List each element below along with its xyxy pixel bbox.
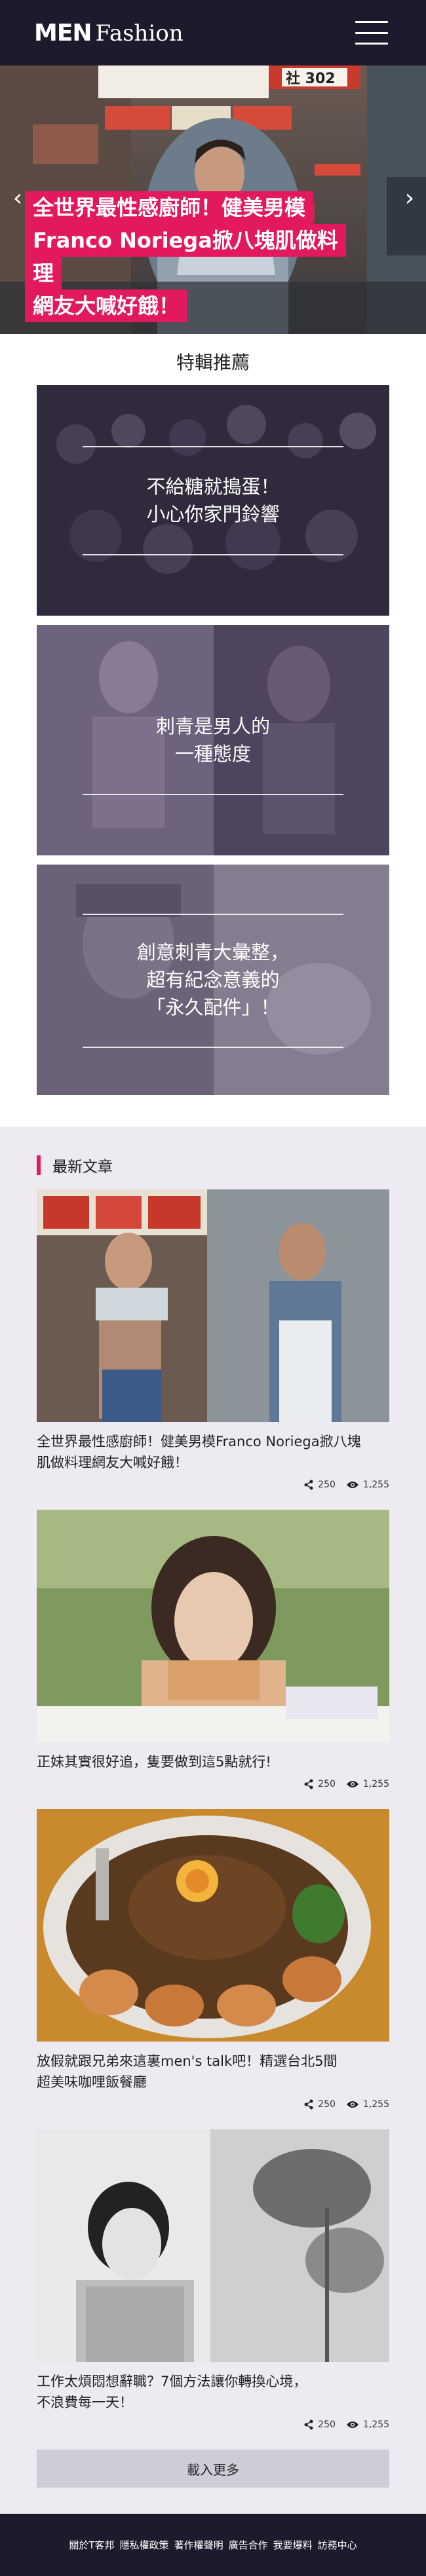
menu-line (355, 21, 388, 23)
divider-line (83, 446, 343, 447)
load-more-button[interactable]: 載入更多 (37, 2450, 389, 2488)
hero-caption-line: 全世界最性感廚師！健美男模 (25, 191, 314, 224)
view-stat: 1,255 (346, 1779, 389, 1789)
article-thumbnail[interactable] (37, 1809, 389, 2042)
article-card: 正妹其實很好追，隻要做到這5點就行! 250 1,255 (37, 1510, 389, 1789)
view-count: 1,255 (362, 1480, 389, 1490)
article-stats: 250 1,255 (37, 2099, 389, 2110)
share-icon (304, 1779, 313, 1789)
featured-card[interactable]: 不給糖就搗蛋！ 小心你家門鈴響 (37, 385, 389, 616)
divider-line (83, 794, 343, 795)
featured-card-text: 創意刺青大彙整， 超有紀念意義的 「永久配件」！ (136, 941, 289, 1018)
share-stat: 250 (303, 1480, 336, 1490)
site-footer: 關於T客邦 隱私權政策 著作權聲明 廣告合作 我要爆料 訪務中心 (0, 2514, 426, 2576)
eye-icon (346, 2421, 358, 2428)
menu-line (355, 31, 388, 34)
featured-overlay: 刺青是男人的 一種態度 (37, 625, 389, 855)
divider-line (83, 554, 343, 555)
article-title[interactable]: 工作太煩悶想辭職？7個方法讓你轉換心境， 不浪費每一天！ (37, 2371, 389, 2413)
article-card: 工作太煩悶想辭職？7個方法讓你轉換心境， 不浪費每一天！ 250 1,255 (37, 2129, 389, 2430)
footer-link-tips[interactable]: 我要爆料 (273, 2538, 313, 2552)
article-stats: 250 1,255 (37, 1779, 389, 1789)
footer-link-about[interactable]: 關於T客邦 (69, 2538, 114, 2552)
featured-section-title: 特輯推薦 (176, 352, 250, 373)
hero-carousel[interactable]: 社 302 ‹ › 全世界最性感廚師！健美男模 Franco Noriega掀八… (0, 65, 426, 334)
hamburger-menu-icon[interactable] (355, 21, 388, 45)
article-card: 全世界最性感廚師！健美男模Franco Noriega掀八塊 肌做料理網友大喊好… (37, 1189, 389, 1490)
footer-link-advertising[interactable]: 廣告合作 (229, 2538, 268, 2552)
view-stat: 1,255 (346, 2419, 389, 2430)
footer-link-copyright[interactable]: 著作權聲明 (174, 2538, 223, 2552)
article-image (37, 2129, 389, 2362)
hero-caption-line: 網友大喊好餓！ (25, 289, 188, 322)
view-count: 1,255 (362, 2419, 389, 2430)
footer-link-service[interactable]: 訪務中心 (318, 2538, 357, 2552)
view-count: 1,255 (362, 2099, 389, 2110)
article-stats: 250 1,255 (37, 1480, 389, 1490)
divider-line (83, 1047, 343, 1048)
latest-articles-section: 最新文章 全世界最性感廚師！健美男模Franco Noriega掀八塊 肌做料理… (0, 1127, 426, 2514)
share-stat: 250 (303, 1779, 336, 1789)
menu-line (355, 43, 388, 45)
article-title[interactable]: 放假就跟兄弟來這裏men's talk吧！精選台北5間 超美味咖哩飯餐廳 (37, 2051, 389, 2093)
article-image (37, 1189, 389, 1422)
share-icon (304, 2419, 313, 2430)
eye-icon (346, 1781, 358, 1787)
logo-fashion-text: Fashion (95, 20, 184, 47)
share-count: 250 (318, 1779, 336, 1789)
view-stat: 1,255 (346, 1480, 389, 1490)
share-icon (304, 1480, 313, 1490)
article-title[interactable]: 正妹其實很好追，隻要做到這5點就行! (37, 1751, 389, 1772)
view-stat: 1,255 (346, 2099, 389, 2110)
featured-card[interactable]: 創意刺青大彙整， 超有紀念意義的 「永久配件」！ (37, 865, 389, 1095)
article-thumbnail[interactable] (37, 2129, 389, 2362)
featured-overlay: 不給糖就搗蛋！ 小心你家門鈴響 (37, 385, 389, 616)
latest-section-header: 最新文章 (37, 1154, 426, 1176)
featured-card-text: 不給糖就搗蛋！ 小心你家門鈴響 (146, 476, 280, 525)
footer-link-privacy[interactable]: 隱私權政策 (120, 2538, 169, 2552)
article-card: 放假就跟兄弟來這裏men's talk吧！精選台北5間 超美味咖哩飯餐廳 250… (37, 1809, 389, 2110)
hero-caption[interactable]: 全世界最性感廚師！健美男模 Franco Noriega掀八塊肌做料理 網友大喊… (25, 191, 366, 322)
article-thumbnail[interactable] (37, 1189, 389, 1422)
article-thumbnail[interactable] (37, 1510, 389, 1742)
view-count: 1,255 (362, 1779, 389, 1789)
hero-caption-line: Franco Noriega掀八塊肌做料理 (25, 224, 346, 289)
site-logo[interactable]: MEN Fashion (34, 20, 184, 47)
share-count: 250 (318, 2099, 336, 2110)
article-image (37, 1510, 389, 1742)
eye-icon (346, 1482, 358, 1488)
street-sign-text: 社 302 (286, 70, 336, 87)
share-stat: 250 (303, 2099, 336, 2110)
article-image (37, 1809, 389, 2042)
article-title[interactable]: 全世界最性感廚師！健美男模Franco Noriega掀八塊 肌做料理網友大喊好… (37, 1431, 389, 1473)
eye-icon (346, 2101, 358, 2108)
divider-line (83, 914, 343, 915)
share-count: 250 (318, 1480, 336, 1490)
site-header: MEN Fashion (0, 0, 426, 65)
accent-bar (37, 1155, 41, 1175)
featured-card-text: 刺青是男人的 一種態度 (155, 715, 270, 765)
share-icon (304, 2099, 313, 2110)
featured-overlay: 創意刺青大彙整， 超有紀念意義的 「永久配件」！ (37, 865, 389, 1095)
share-stat: 250 (303, 2419, 336, 2430)
chevron-right-icon[interactable]: › (400, 182, 419, 215)
share-count: 250 (318, 2419, 336, 2430)
article-stats: 250 1,255 (37, 2419, 389, 2430)
logo-men-text: MEN (34, 19, 92, 47)
featured-card[interactable]: 刺青是男人的 一種態度 (37, 625, 389, 855)
latest-section-title: 最新文章 (52, 1159, 113, 1176)
